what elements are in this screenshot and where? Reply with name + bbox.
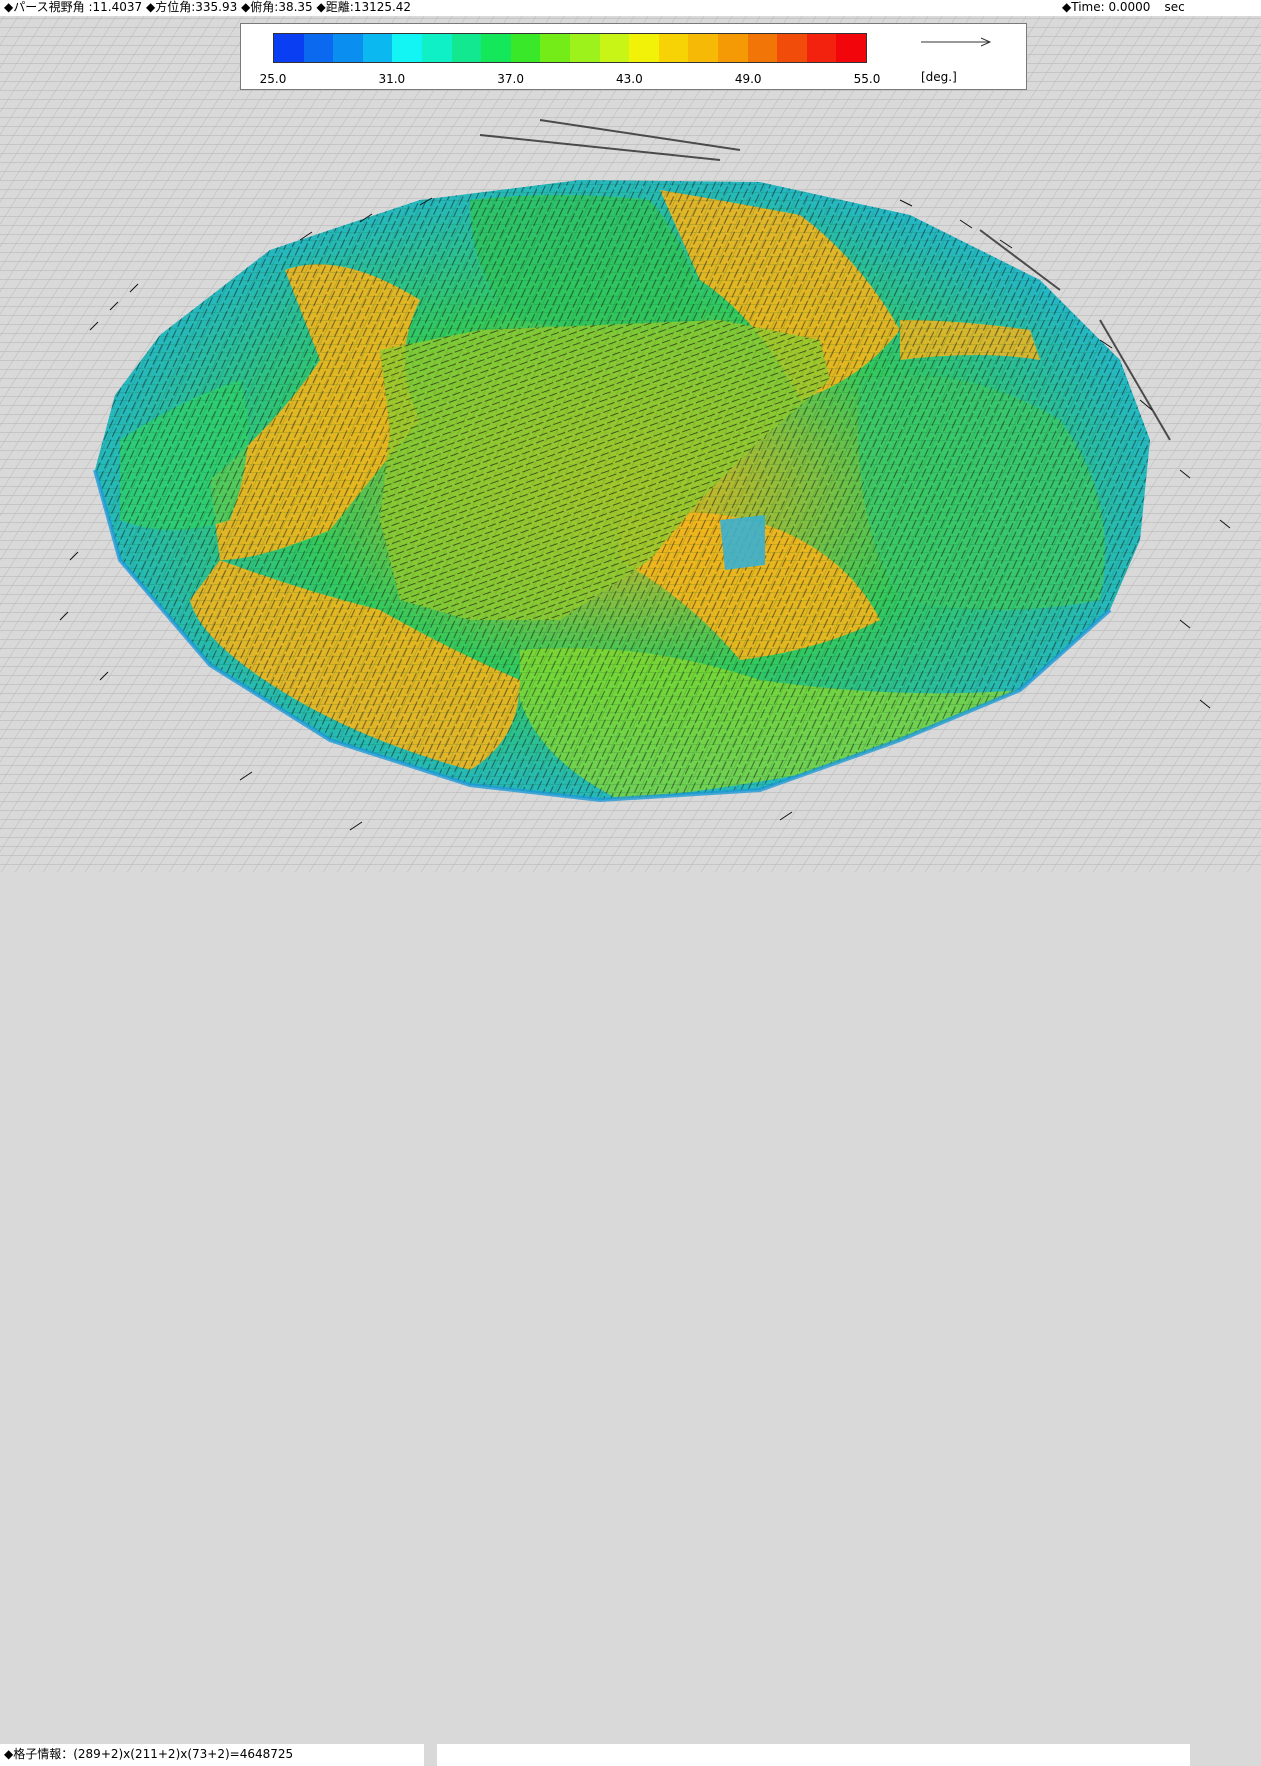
3d-viewport[interactable]: ◆パース視野角 :11.4037 ◆方位角:335.93 ◆俯角:38.35 ◆… [0,0,1261,1766]
perspective-value: :11.4037 [88,0,143,14]
color-swatch [717,34,748,62]
status-panel-message [437,1744,1190,1766]
color-swatch [362,34,393,62]
legend-tick-label: 25.0 [259,72,287,86]
distance-value: :13125.42 [349,0,412,14]
color-swatch [747,34,778,62]
color-swatch [392,34,422,62]
color-swatch [688,34,718,62]
color-swatch [303,34,334,62]
color-swatch [777,34,807,62]
color-swatch [658,34,689,62]
azimuth-label: ◆方位角 [145,0,192,14]
color-swatch [274,34,304,62]
color-swatch [333,34,363,62]
legend-tick-label: 49.0 [734,72,762,86]
color-legend: 25.0 31.0 37.0 43.0 49.0 55.0 [deg.] [240,23,1027,90]
camera-readout: ◆パース視野角 :11.4037 ◆方位角:335.93 ◆俯角:38.35 ◆… [4,0,411,15]
grid-info-text: ◆格子情報：(289+2)x(211+2)x(73+2)=4648725 [4,1747,294,1761]
legend-tick-label: 55.0 [853,72,881,86]
azimuth-value: :335.93 [191,0,238,14]
elevation-label: ◆俯角 [241,0,275,14]
time-readout: ◆Time: 0.0000 sec [1062,0,1185,15]
color-swatch [540,34,570,62]
wind-field-render [0,0,1261,894]
color-swatch [451,34,482,62]
color-swatch [510,34,541,62]
time-label: ◆Time: 0.0000 [1062,0,1151,14]
distance-label: ◆距離 [316,0,350,14]
status-bar: ◆格子情報：(289+2)x(211+2)x(73+2)=4648725 [0,872,1261,1766]
reference-arrow-icon [921,37,992,47]
color-swatch [629,34,659,62]
color-scale-bar [273,33,867,63]
time-unit: sec [1164,0,1185,14]
legend-tick-label: 43.0 [616,72,643,86]
elevation-value: :38.35 [274,0,313,14]
camera-info-bar: ◆パース視野角 :11.4037 ◆方位角:335.93 ◆俯角:38.35 ◆… [0,0,1261,16]
tower-block [720,515,765,570]
color-swatch [421,34,452,62]
legend-tick-label: 31.0 [378,72,406,86]
color-swatch [806,34,837,62]
color-swatch [481,34,511,62]
color-swatch [836,34,866,62]
color-swatch [599,34,630,62]
legend-unit: [deg.] [921,70,957,84]
perspective-label: ◆パース視野角 [4,0,85,14]
legend-tick-label: 37.0 [497,72,524,86]
color-swatch [569,34,600,62]
